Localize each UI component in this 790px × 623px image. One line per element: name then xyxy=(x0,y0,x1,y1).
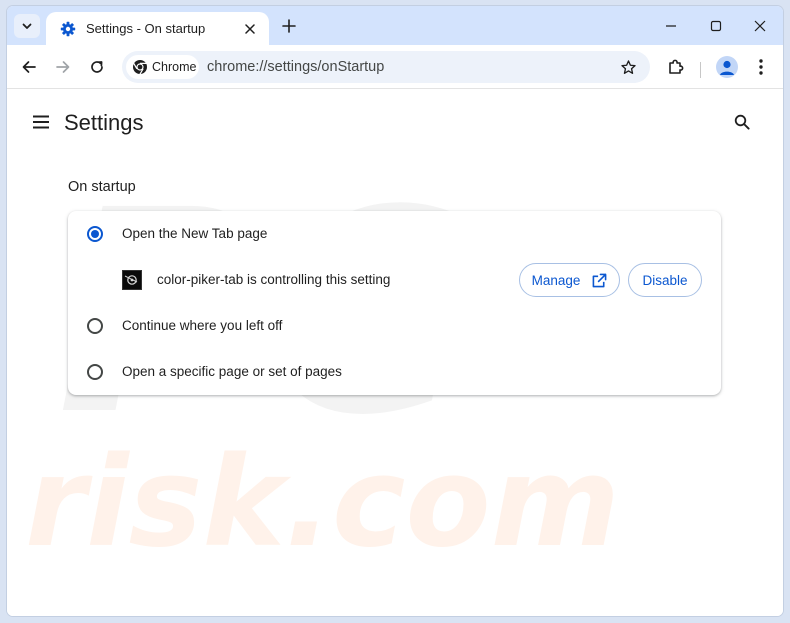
reload-button[interactable] xyxy=(85,55,109,79)
radio-specific-pages[interactable] xyxy=(87,364,103,380)
section-title: On startup xyxy=(68,179,136,195)
option-label: Continue where you left off xyxy=(122,318,283,333)
extension-logo-icon xyxy=(124,275,138,285)
window-close-button[interactable] xyxy=(738,14,782,38)
url-text[interactable]: chrome://settings/onStartup xyxy=(207,59,384,75)
extension-control-text: color-piker-tab is controlling this sett… xyxy=(157,272,391,287)
minimize-button[interactable] xyxy=(649,14,693,38)
gear-icon xyxy=(60,21,76,36)
search-settings-button[interactable] xyxy=(730,110,754,134)
toolbar-divider xyxy=(700,62,701,78)
toolbar: Chrome chrome://settings/onStartup xyxy=(7,45,783,89)
watermark-line-2: risk.com xyxy=(25,431,620,575)
chrome-logo-icon xyxy=(133,60,147,75)
extension-control-row: color-piker-tab is controlling this sett… xyxy=(68,257,721,303)
reload-icon xyxy=(91,61,103,73)
back-button[interactable] xyxy=(17,55,41,79)
hamburger-icon xyxy=(33,115,49,129)
extensions-button[interactable] xyxy=(664,55,688,79)
maximize-icon xyxy=(710,20,722,32)
bookmark-button[interactable] xyxy=(616,56,640,78)
tab-settings[interactable]: Settings - On startup xyxy=(46,12,269,45)
star-icon xyxy=(620,59,636,74)
tab-close-button[interactable] xyxy=(241,20,259,38)
disable-label: Disable xyxy=(642,272,688,288)
arrow-right-icon xyxy=(56,61,70,73)
browser-window: Settings - On startup Chrome chrome://se… xyxy=(7,6,783,616)
new-tab-button[interactable] xyxy=(277,14,301,38)
main-menu-button[interactable] xyxy=(29,110,53,134)
manage-button[interactable]: Manage xyxy=(519,263,620,297)
close-icon xyxy=(245,23,255,34)
radio-continue[interactable] xyxy=(87,318,103,334)
radio-new-tab[interactable] xyxy=(87,226,103,242)
page-title: Settings xyxy=(64,110,144,135)
disable-button[interactable]: Disable xyxy=(628,263,702,297)
arrow-left-icon xyxy=(22,61,36,73)
extension-icon xyxy=(122,270,142,290)
chip-label: Chrome xyxy=(152,60,197,74)
close-icon xyxy=(754,20,766,32)
open-in-new-icon xyxy=(593,273,607,287)
option-label: Open the New Tab page xyxy=(122,226,268,241)
puzzle-icon xyxy=(669,59,684,74)
tab-strip: Settings - On startup xyxy=(7,6,783,45)
manage-label: Manage xyxy=(531,272,581,288)
startup-options-card: Open the New Tab page color-piker-tab is… xyxy=(68,211,721,395)
startup-option-specific-pages[interactable]: Open a specific page or set of pages xyxy=(68,349,721,395)
profile-avatar[interactable] xyxy=(716,56,738,78)
startup-option-continue[interactable]: Continue where you left off xyxy=(68,303,721,349)
tab-title: Settings - On startup xyxy=(86,21,206,36)
plus-icon xyxy=(282,19,296,33)
minimize-icon xyxy=(666,25,676,27)
site-info-chip[interactable]: Chrome xyxy=(126,55,199,79)
search-icon xyxy=(734,114,750,130)
tab-search-button[interactable] xyxy=(14,14,40,38)
address-bar[interactable]: Chrome chrome://settings/onStartup xyxy=(122,51,650,83)
startup-option-new-tab[interactable]: Open the New Tab page xyxy=(68,211,721,257)
forward-button[interactable] xyxy=(51,55,75,79)
option-label: Open a specific page or set of pages xyxy=(122,364,342,379)
settings-page: PC risk.com Settings On startup Open the… xyxy=(7,90,783,616)
person-icon xyxy=(720,60,734,75)
more-vertical-icon xyxy=(759,59,763,75)
chrome-menu-button[interactable] xyxy=(749,55,773,79)
chevron-down-icon xyxy=(22,23,32,29)
maximize-button[interactable] xyxy=(694,14,738,38)
